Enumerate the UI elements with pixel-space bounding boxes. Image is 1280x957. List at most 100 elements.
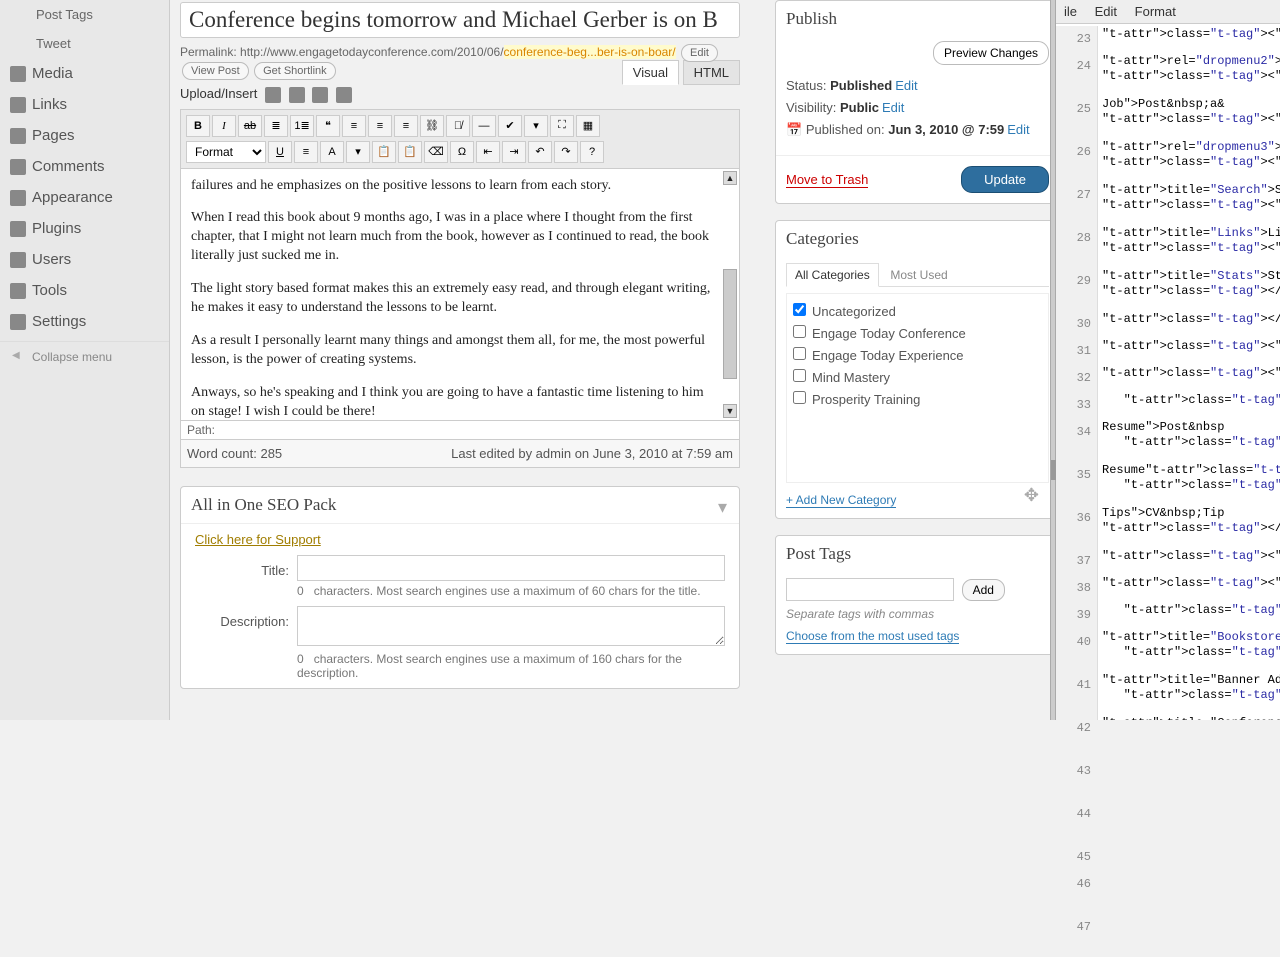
code-line[interactable]: "t-attr">title="Search">Se"t-attr">class… bbox=[1102, 182, 1280, 225]
add-category-link[interactable]: + Add New Category bbox=[786, 493, 896, 508]
categories-tab-mostused[interactable]: Most Used bbox=[882, 264, 955, 286]
visibility-edit-link[interactable]: Edit bbox=[882, 100, 904, 115]
code-line[interactable]: Resume"t-attr">class="t-tag"></"t-attr">… bbox=[1102, 462, 1280, 505]
code-line[interactable]: "t-attr">title="Conference "t-attr">clas… bbox=[1102, 715, 1280, 720]
underline-button[interactable]: U bbox=[268, 141, 292, 163]
code-line[interactable]: "t-attr">rel="dropmenu2">E"t-attr">class… bbox=[1102, 53, 1280, 96]
menu-edit[interactable]: Edit bbox=[1095, 4, 1117, 19]
category-item[interactable]: Uncategorized bbox=[793, 300, 1042, 322]
unlink-button[interactable]: ⛓̸ bbox=[446, 115, 470, 137]
sidebar-item-appearance[interactable]: Appearance bbox=[0, 182, 169, 213]
code-line[interactable]: "t-attr">title="Links">Lin"t-attr">class… bbox=[1102, 225, 1280, 268]
code-line[interactable]: "t-attr">class="t-tag"><"t-attr">class="… bbox=[1102, 26, 1280, 53]
post-title-input[interactable] bbox=[180, 2, 740, 38]
editor-tab-visual[interactable]: Visual bbox=[622, 60, 679, 85]
get-shortlink-button[interactable]: Get Shortlink bbox=[254, 62, 336, 80]
format-select[interactable]: Format bbox=[186, 141, 266, 163]
metabox-toggle-icon[interactable]: ▾ bbox=[718, 497, 727, 518]
sidebar-item-comments[interactable]: Comments bbox=[0, 151, 169, 182]
more-button[interactable]: — bbox=[472, 115, 496, 137]
sidebar-item-tweet[interactable]: Tweet bbox=[0, 29, 169, 58]
view-post-button[interactable]: View Post bbox=[182, 62, 249, 80]
tag-input[interactable] bbox=[786, 578, 954, 601]
sidebar-item-pages[interactable]: Pages bbox=[0, 120, 169, 151]
seo-title-input[interactable] bbox=[297, 555, 725, 581]
permalink-edit-button[interactable]: Edit bbox=[681, 44, 718, 62]
editor-tab-html[interactable]: HTML bbox=[683, 60, 740, 85]
code-line[interactable]: "t-attr">class="t-tag"><"t-attr">class="… bbox=[1102, 602, 1280, 629]
textcolor-button[interactable]: A bbox=[320, 141, 344, 163]
paste-text-button[interactable]: 📋 bbox=[372, 141, 396, 163]
align-right-button[interactable]: ≡ bbox=[394, 115, 418, 137]
code-line[interactable]: "t-attr">class="t-tag"><"t-attr">class="… bbox=[1102, 338, 1280, 365]
add-video-icon[interactable] bbox=[289, 87, 305, 103]
scroll-down-icon[interactable]: ▼ bbox=[723, 404, 737, 418]
fullscreen-button[interactable]: ⛶ bbox=[550, 115, 574, 137]
editor-content[interactable]: failures and he emphasizes on the positi… bbox=[180, 169, 740, 421]
help-button[interactable]: ? bbox=[580, 141, 604, 163]
sidebar-item-posttags[interactable]: Post Tags bbox=[0, 0, 169, 29]
spell-button[interactable]: ✔ bbox=[498, 115, 522, 137]
add-audio-icon[interactable] bbox=[312, 87, 328, 103]
sidebar-item-settings[interactable]: Settings bbox=[0, 306, 169, 337]
category-item[interactable]: Mind Mastery bbox=[793, 366, 1042, 388]
date-edit-link[interactable]: Edit bbox=[1007, 122, 1029, 137]
undo-button[interactable]: ↶ bbox=[528, 141, 552, 163]
spell-dropdown[interactable]: ▾ bbox=[524, 115, 548, 137]
sidebar-item-tools[interactable]: Tools bbox=[0, 275, 169, 306]
scrollbar-thumb[interactable] bbox=[723, 269, 737, 379]
move-handle-icon[interactable]: ✥ bbox=[1024, 485, 1039, 506]
category-checkbox[interactable] bbox=[793, 391, 806, 404]
code-line[interactable]: "t-attr">class="t-tag"><"t-attr">class="… bbox=[1102, 548, 1280, 575]
add-image-icon[interactable] bbox=[265, 87, 281, 103]
sidebar-item-media[interactable]: Media bbox=[0, 58, 169, 89]
textcolor-dropdown[interactable]: ▾ bbox=[346, 141, 370, 163]
category-checkbox[interactable] bbox=[793, 369, 806, 382]
tag-add-button[interactable]: Add bbox=[962, 579, 1005, 601]
bold-button[interactable]: B bbox=[186, 115, 210, 137]
category-item[interactable]: Engage Today Conference bbox=[793, 322, 1042, 344]
sidebar-item-users[interactable]: Users bbox=[0, 244, 169, 275]
scroll-up-icon[interactable]: ▲ bbox=[723, 171, 737, 185]
seo-desc-input[interactable] bbox=[297, 606, 725, 646]
add-media-icon[interactable] bbox=[336, 87, 352, 103]
categories-tab-all[interactable]: All Categories bbox=[786, 263, 879, 287]
sidebar-item-plugins[interactable]: Plugins bbox=[0, 213, 169, 244]
code-line[interactable]: "t-attr">class="t-tag"><"t-attr">class="… bbox=[1102, 392, 1280, 419]
sidebar-item-links[interactable]: Links bbox=[0, 89, 169, 120]
charmap-button[interactable]: Ω bbox=[450, 141, 474, 163]
redo-button[interactable]: ↷ bbox=[554, 141, 578, 163]
status-edit-link[interactable]: Edit bbox=[895, 78, 917, 93]
category-item[interactable]: Engage Today Experience bbox=[793, 344, 1042, 366]
preview-changes-button[interactable]: Preview Changes bbox=[933, 41, 1049, 65]
quote-button[interactable]: ❝ bbox=[316, 115, 340, 137]
code-line[interactable]: Resume">Post&nbsp "t-attr">class="t-tag"… bbox=[1102, 419, 1280, 462]
code-line[interactable]: "t-attr">class="t-tag"><"t-attr">class="… bbox=[1102, 575, 1280, 602]
justify-button[interactable]: ≡ bbox=[294, 141, 318, 163]
category-checkbox[interactable] bbox=[793, 303, 806, 316]
code-line[interactable]: "t-attr">title="Bookstore" "t-attr">clas… bbox=[1102, 629, 1280, 672]
ol-button[interactable]: 1≣ bbox=[290, 115, 314, 137]
italic-button[interactable]: I bbox=[212, 115, 236, 137]
strike-button[interactable]: ab bbox=[238, 115, 262, 137]
kitchensink-button[interactable]: ▦ bbox=[576, 115, 600, 137]
category-checkbox[interactable] bbox=[793, 347, 806, 360]
menu-format[interactable]: Format bbox=[1135, 4, 1176, 19]
code-line[interactable]: "t-attr">rel="dropmenu3">R"t-attr">class… bbox=[1102, 139, 1280, 182]
update-button[interactable]: Update bbox=[961, 166, 1049, 193]
link-button[interactable]: ⛓ bbox=[420, 115, 444, 137]
code-line[interactable]: Job">Post&nbsp;a&"t-attr">class="t-tag">… bbox=[1102, 96, 1280, 139]
align-left-button[interactable]: ≡ bbox=[342, 115, 366, 137]
ul-button[interactable]: ≣ bbox=[264, 115, 288, 137]
align-center-button[interactable]: ≡ bbox=[368, 115, 392, 137]
collapse-menu[interactable]: Collapse menu bbox=[0, 341, 169, 372]
seo-support-link[interactable]: Click here for Support bbox=[195, 532, 321, 547]
paste-word-button[interactable]: 📋 bbox=[398, 141, 422, 163]
code-line[interactable]: "t-attr">class="t-tag"><"t-attr">class="… bbox=[1102, 365, 1280, 392]
code-line[interactable]: Tips">CV&nbsp;Tip"t-attr">class="t-tag">… bbox=[1102, 505, 1280, 548]
category-checkbox[interactable] bbox=[793, 325, 806, 338]
code-line[interactable]: "t-attr">title="Banner Adv "t-attr">clas… bbox=[1102, 672, 1280, 715]
outdent-button[interactable]: ⇤ bbox=[476, 141, 500, 163]
remove-format-button[interactable]: ⌫ bbox=[424, 141, 448, 163]
move-to-trash-link[interactable]: Move to Trash bbox=[786, 172, 868, 188]
